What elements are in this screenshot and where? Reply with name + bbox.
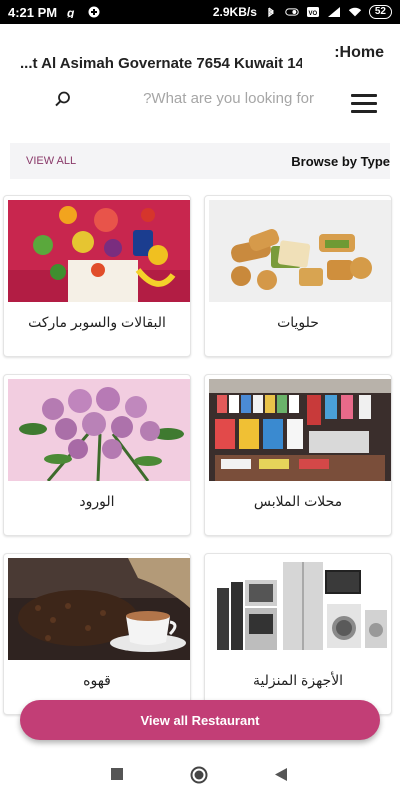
network-speed: 2.9KB/s bbox=[212, 5, 257, 19]
wifi-icon bbox=[348, 7, 361, 17]
category-card-appliances[interactable]: الأجهزة المنزلية bbox=[204, 553, 392, 715]
category-label: قهوه bbox=[83, 672, 111, 688]
status-time: 4:21 PM bbox=[8, 4, 58, 20]
back-triangle-icon[interactable] bbox=[275, 768, 287, 781]
category-card-coffee[interactable]: قهوه bbox=[3, 553, 191, 715]
category-label: الورود bbox=[79, 493, 115, 509]
clothes-store-image bbox=[209, 379, 391, 481]
svg-text:g: g bbox=[66, 6, 75, 18]
view-all-restaurant-button[interactable]: View all Restaurant bbox=[20, 700, 380, 740]
browse-bar: VIEW ALL Browse by Type bbox=[10, 143, 390, 179]
hamburger-menu-icon[interactable] bbox=[351, 94, 377, 114]
status-bar: 4:21 PM g 2.9KB/s VO 52 bbox=[0, 0, 400, 24]
svg-text:VO: VO bbox=[308, 11, 317, 17]
home-circle-icon[interactable] bbox=[190, 766, 208, 784]
home-appliances-image bbox=[209, 558, 391, 660]
flowers-image bbox=[8, 379, 190, 481]
search-input[interactable] bbox=[86, 86, 314, 110]
category-card-sweets[interactable]: حلويات bbox=[204, 195, 392, 357]
category-card-flowers[interactable]: الورود bbox=[3, 374, 191, 536]
g-app-icon: g bbox=[66, 6, 75, 18]
search-icon[interactable] bbox=[54, 90, 72, 108]
category-label: البقالات والسوبر ماركت bbox=[28, 314, 166, 330]
groceries-image bbox=[8, 200, 190, 302]
category-card-groceries[interactable]: البقالات والسوبر ماركت bbox=[3, 195, 191, 357]
system-nav-bar bbox=[0, 752, 400, 800]
coffee-image bbox=[8, 558, 190, 660]
toggle-icon bbox=[285, 8, 299, 16]
category-label: حلويات bbox=[277, 314, 319, 330]
recents-square-icon[interactable] bbox=[111, 768, 123, 780]
category-label: الأجهزة المنزلية bbox=[252, 672, 344, 688]
game-controller-icon bbox=[88, 6, 100, 18]
battery-indicator: 52 bbox=[368, 5, 392, 19]
bluetooth-icon bbox=[268, 7, 274, 18]
browse-by-type-title: Browse by Type bbox=[291, 153, 390, 169]
volte-icon: VO bbox=[306, 7, 319, 17]
home-title: :Home bbox=[334, 44, 384, 61]
delivery-address[interactable]: ...t Al Asimah Governate 7654 Kuwait 14 bbox=[20, 55, 302, 72]
signal-icon bbox=[327, 7, 340, 17]
category-label: محلات الملابس bbox=[253, 493, 343, 509]
category-card-clothes[interactable]: محلات الملابس bbox=[204, 374, 392, 536]
view-all-link[interactable]: VIEW ALL bbox=[26, 155, 76, 167]
sweets-image bbox=[209, 200, 391, 302]
